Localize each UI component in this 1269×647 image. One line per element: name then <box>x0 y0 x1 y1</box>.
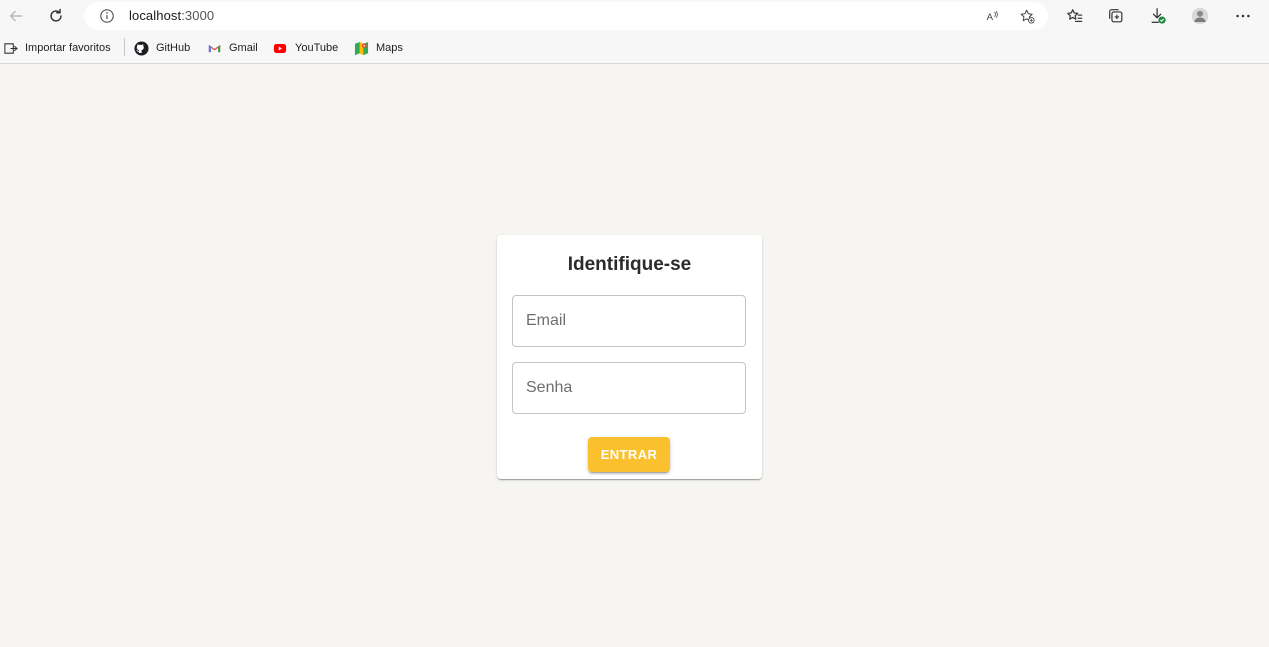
gmail-icon <box>206 40 222 56</box>
downloads-icon[interactable] <box>1144 3 1172 29</box>
favorites-icon[interactable] <box>1061 3 1089 29</box>
read-aloud-icon[interactable]: A <box>983 6 1003 26</box>
browser-toolbar: localhost:3000 A <box>0 0 1269 33</box>
login-card: Identifique-se ENTRAR <box>497 235 762 479</box>
bookmark-label: GitHub <box>156 42 191 54</box>
bookmark-label: Importar favoritos <box>25 42 111 54</box>
back-icon[interactable] <box>2 3 30 29</box>
refresh-icon[interactable] <box>42 3 70 29</box>
bookmarks-bar: Importar favoritos GitHub Gmail YouTube … <box>0 33 1269 64</box>
import-favorites-icon <box>2 40 18 56</box>
bookmark-youtube[interactable]: YouTube <box>272 39 338 57</box>
password-input[interactable] <box>513 363 745 413</box>
login-title: Identifique-se <box>567 254 692 275</box>
submit-button[interactable]: ENTRAR <box>588 437 670 472</box>
svg-text:A: A <box>987 12 994 23</box>
maps-icon <box>353 40 369 56</box>
bookmark-gmail[interactable]: Gmail <box>206 39 258 57</box>
address-bar[interactable]: localhost:3000 A <box>84 2 1048 30</box>
youtube-icon <box>272 40 288 56</box>
collections-icon[interactable] <box>1102 3 1130 29</box>
add-favorite-icon[interactable] <box>1017 6 1037 26</box>
email-input[interactable] <box>513 296 745 346</box>
password-field[interactable] <box>512 362 746 414</box>
url-text[interactable]: localhost:3000 <box>129 8 214 23</box>
bookmark-label: Gmail <box>229 42 258 54</box>
profile-avatar[interactable] <box>1186 3 1214 29</box>
more-icon[interactable] <box>1229 3 1257 29</box>
bookmark-label: YouTube <box>295 42 339 54</box>
url-host: localhost <box>129 8 182 23</box>
bookmark-github[interactable]: GitHub <box>133 39 190 57</box>
info-icon[interactable] <box>98 7 116 25</box>
bookmarks-separator <box>124 38 125 56</box>
url-port: :3000 <box>181 8 215 23</box>
bookmark-import-favorites[interactable]: Importar favoritos <box>2 39 111 57</box>
bookmark-maps[interactable]: Maps <box>353 39 403 57</box>
email-field[interactable] <box>512 295 746 347</box>
github-icon <box>133 40 149 56</box>
bookmark-label: Maps <box>376 42 403 54</box>
